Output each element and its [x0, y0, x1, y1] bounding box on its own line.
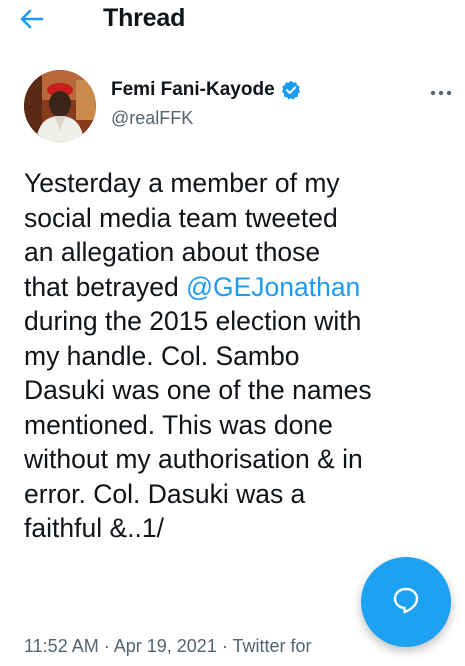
tweet-source[interactable]: Twitter for: [233, 636, 312, 656]
tweet-metadata: 11:52 AM · Apr 19, 2021 · Twitter for: [24, 636, 312, 657]
author-handle[interactable]: @realFFK: [111, 108, 193, 129]
mention-link[interactable]: @GEJonathan: [186, 272, 360, 302]
tweet-text: Yesterday a member of my social media te…: [24, 166, 460, 546]
tweet-text-part: during the 2015 election with my handle.…: [24, 306, 372, 543]
compose-reply-button[interactable]: [361, 557, 451, 647]
page-title: Thread: [103, 4, 186, 32]
avatar[interactable]: [24, 70, 96, 142]
author-name[interactable]: Femi Fani-Kayode: [111, 79, 301, 101]
arrow-left-icon: [20, 9, 44, 34]
reply-bubble-icon: [391, 585, 421, 620]
more-options-button[interactable]: [428, 82, 454, 102]
more-horizontal-icon: [430, 83, 452, 101]
tweet-time[interactable]: 11:52 AM: [24, 636, 99, 656]
top-app-bar: Thread: [0, 0, 465, 44]
back-button[interactable]: [20, 3, 64, 39]
verified-badge-icon: [281, 80, 301, 100]
separator: ·: [221, 636, 228, 656]
author-name-text: Femi Fani-Kayode: [111, 79, 275, 100]
separator: ·: [103, 636, 110, 656]
tweet-date[interactable]: Apr 19, 2021: [114, 636, 217, 656]
